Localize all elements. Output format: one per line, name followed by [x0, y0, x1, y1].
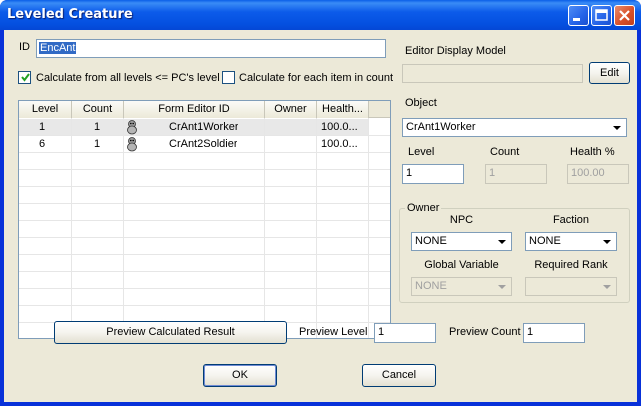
required-rank-select: [525, 277, 617, 296]
npc-label: NPC: [449, 214, 474, 226]
preview-button-label: Preview Calculated Result: [106, 326, 235, 338]
row-count: 1: [94, 121, 101, 133]
chevron-down-icon[interactable]: [609, 120, 625, 136]
global-variable-label: Global Variable: [424, 259, 499, 271]
minimize-button[interactable]: [568, 5, 589, 26]
faction-value: NONE: [529, 235, 561, 247]
window-title: Leveled Creature: [7, 7, 133, 22]
object-value: CrAnt1Worker: [406, 121, 476, 133]
level-input[interactable]: 1: [402, 164, 464, 184]
row-divider: [19, 169, 390, 170]
maximize-icon: [595, 9, 608, 21]
calc-all-levels-label: Calculate from all levels <= PC's level: [36, 72, 220, 84]
maximize-button[interactable]: [591, 5, 612, 26]
dialog-body: ID EncAnt Calculate from all levels <= P…: [4, 30, 637, 402]
row-form-id: CrAnt2Soldier: [169, 138, 238, 150]
ok-button-label: OK: [232, 369, 248, 381]
creature-icon: [127, 120, 137, 135]
row-divider: [19, 288, 390, 289]
count-value: 1: [489, 167, 496, 179]
editor-model-field: [402, 64, 583, 83]
chevron-down-icon[interactable]: [494, 234, 510, 250]
id-value: EncAnt: [39, 42, 77, 54]
row-divider: [19, 305, 390, 306]
npc-value: NONE: [415, 235, 447, 247]
count-label: Count: [490, 146, 520, 158]
health-label: Health %: [570, 146, 615, 158]
row-health: 100.0...: [321, 138, 358, 150]
health-input: 100.00: [567, 164, 629, 184]
preview-count-label: Preview Count: [449, 326, 521, 338]
chevron-down-icon: [498, 285, 506, 289]
row-form-id: CrAnt1Worker: [169, 121, 239, 133]
global-variable-value: NONE: [415, 280, 447, 292]
close-button[interactable]: [614, 5, 635, 26]
column-header-owner[interactable]: Owner: [265, 101, 317, 118]
level-value: 1: [406, 167, 413, 179]
npc-select[interactable]: NONE: [411, 232, 512, 251]
required-rank-label: Required Rank: [534, 259, 608, 271]
row-level: 1: [39, 121, 46, 133]
column-header-count[interactable]: Count: [72, 101, 124, 118]
preview-count-value: 1: [527, 326, 534, 338]
calc-each-item-checkbox[interactable]: [222, 71, 235, 84]
id-input[interactable]: EncAnt: [36, 39, 386, 58]
global-variable-select: NONE: [411, 277, 512, 296]
preview-level-label: Preview Level: [299, 326, 368, 338]
preview-level-input[interactable]: 1: [374, 323, 436, 343]
row-health: 100.0...: [321, 121, 358, 133]
row-divider: [19, 237, 390, 238]
cancel-button[interactable]: Cancel: [362, 364, 436, 387]
checkmark-icon: [21, 73, 30, 82]
row-divider: [19, 135, 390, 136]
ok-button[interactable]: OK: [203, 364, 277, 387]
id-label: ID: [19, 41, 30, 53]
column-header-level[interactable]: Level: [19, 101, 72, 118]
owner-group-title: Owner: [405, 202, 442, 214]
row-divider: [19, 271, 390, 272]
row-divider: [19, 254, 390, 255]
row-divider: [19, 152, 390, 153]
preview-count-input[interactable]: 1: [523, 323, 585, 343]
row-divider: [19, 220, 390, 221]
column-header-health[interactable]: Health...: [317, 101, 369, 118]
edit-button[interactable]: Edit: [589, 62, 630, 84]
row-count: 1: [94, 138, 101, 150]
faction-select[interactable]: NONE: [525, 232, 617, 251]
preview-calculated-result-button[interactable]: Preview Calculated Result: [54, 321, 287, 344]
calc-all-levels-checkbox[interactable]: [18, 71, 31, 84]
creature-icon: [127, 137, 137, 152]
object-select[interactable]: CrAnt1Worker: [402, 118, 627, 137]
leveled-list[interactable]: Level Count Form Editor ID Owner Health.…: [18, 100, 391, 339]
close-icon: [619, 10, 630, 21]
leveled-creature-window: Leveled Creature ID EncAnt Calculate fro…: [0, 0, 641, 406]
chevron-down-icon[interactable]: [599, 234, 615, 250]
row-divider: [19, 186, 390, 187]
object-label: Object: [405, 97, 437, 109]
faction-label: Faction: [552, 214, 590, 226]
calc-each-item-label: Calculate for each item in count: [239, 72, 394, 84]
minimize-icon: [573, 18, 580, 21]
column-header-form-editor-id[interactable]: Form Editor ID: [124, 101, 265, 118]
row-level: 6: [39, 138, 46, 150]
level-label: Level: [408, 146, 435, 158]
edit-button-label: Edit: [600, 67, 619, 79]
editor-model-label: Editor Display Model: [405, 45, 506, 57]
health-value: 100.00: [571, 167, 605, 179]
title-bar[interactable]: Leveled Creature: [0, 0, 641, 30]
list-header: Level Count Form Editor ID Owner Health.…: [19, 101, 390, 118]
row-divider: [19, 203, 390, 204]
cancel-button-label: Cancel: [381, 369, 417, 381]
preview-level-value: 1: [378, 326, 385, 338]
count-input: 1: [485, 164, 547, 184]
chevron-down-icon: [603, 285, 611, 289]
